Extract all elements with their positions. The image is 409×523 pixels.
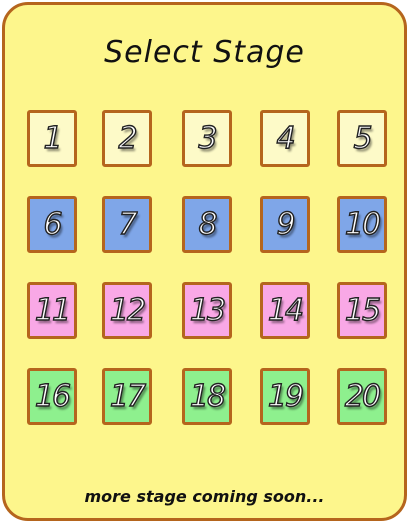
stage-button-15[interactable]: 15 [337, 282, 387, 339]
stage-number: 10 [344, 206, 382, 242]
stage-number: 13 [189, 292, 227, 328]
stage-button-8[interactable]: 8 [182, 196, 232, 253]
stage-number: 7 [118, 206, 139, 242]
stage-grid: 1 2 3 4 5 6 7 8 9 10 11 12 13 14 15 16 17 18 19 20 [27, 110, 392, 435]
stage-button-10[interactable]: 10 [337, 196, 387, 253]
stage-number: 4 [276, 120, 297, 156]
stage-button-19[interactable]: 19 [260, 368, 310, 425]
stage-number: 6 [43, 206, 64, 242]
page-title: Select Stage [104, 35, 305, 70]
stage-number: 16 [34, 378, 72, 414]
stage-button-18[interactable]: 18 [182, 368, 232, 425]
coming-soon-text: more stage coming soon... [84, 487, 325, 506]
stage-number: 12 [109, 292, 147, 328]
stage-number: 15 [344, 292, 382, 328]
stage-button-7[interactable]: 7 [102, 196, 152, 253]
stage-number: 2 [118, 120, 139, 156]
stage-number: 19 [267, 378, 305, 414]
stage-number: 14 [267, 292, 305, 328]
stage-button-2[interactable]: 2 [102, 110, 152, 167]
stage-button-3[interactable]: 3 [182, 110, 232, 167]
stage-number: 3 [198, 120, 219, 156]
stage-number: 11 [34, 292, 72, 328]
stage-button-5[interactable]: 5 [337, 110, 387, 167]
stage-button-9[interactable]: 9 [260, 196, 310, 253]
stage-number: 18 [189, 378, 227, 414]
stage-number: 9 [276, 206, 297, 242]
stage-select-panel: Select Stage 1 2 3 4 5 6 7 8 9 10 11 12 13 14 15 16 17 18… [2, 2, 407, 521]
stage-button-11[interactable]: 11 [27, 282, 77, 339]
stage-button-4[interactable]: 4 [260, 110, 310, 167]
stage-number: 20 [344, 378, 382, 414]
stage-button-20[interactable]: 20 [337, 368, 387, 425]
stage-button-1[interactable]: 1 [27, 110, 77, 167]
stage-number: 5 [353, 120, 374, 156]
stage-button-14[interactable]: 14 [260, 282, 310, 339]
stage-button-6[interactable]: 6 [27, 196, 77, 253]
stage-button-13[interactable]: 13 [182, 282, 232, 339]
stage-number: 17 [109, 378, 147, 414]
stage-button-12[interactable]: 12 [102, 282, 152, 339]
stage-button-17[interactable]: 17 [102, 368, 152, 425]
stage-number: 8 [198, 206, 219, 242]
stage-number: 1 [43, 120, 64, 156]
stage-button-16[interactable]: 16 [27, 368, 77, 425]
